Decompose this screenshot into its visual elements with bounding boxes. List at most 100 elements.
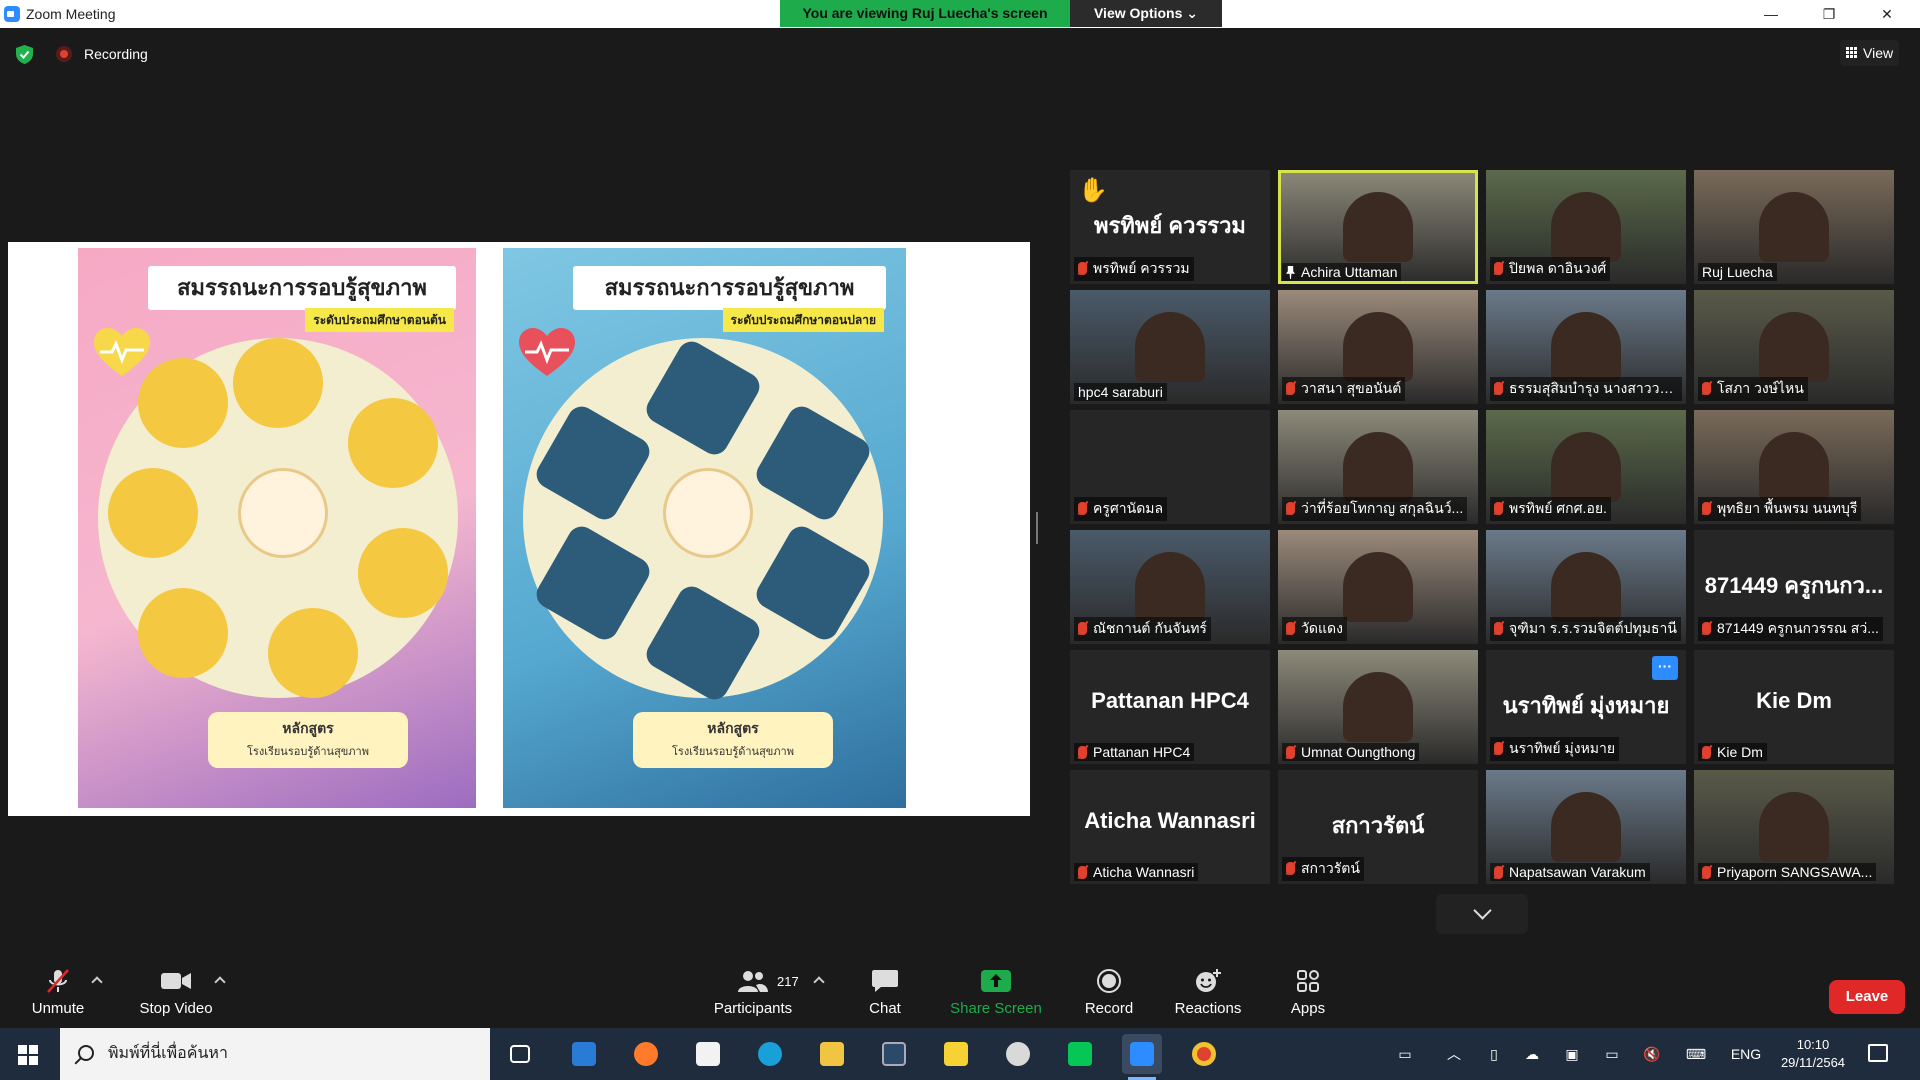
stop-video-button[interactable]: Stop Video bbox=[134, 956, 218, 1028]
participant-tile[interactable]: พรทิพย์ ศกศ.อย. bbox=[1486, 410, 1686, 524]
share-screen-button[interactable]: Share Screen bbox=[944, 956, 1048, 1028]
onedrive-icon[interactable]: ☁ bbox=[1520, 1028, 1544, 1080]
diagram-node bbox=[268, 608, 358, 698]
muted-mic-icon bbox=[1702, 866, 1711, 879]
participants-button[interactable]: Participants bbox=[708, 956, 798, 1028]
participant-name-label: โสภา วงษ์ไหน bbox=[1698, 377, 1808, 401]
poster-diagram bbox=[98, 338, 458, 698]
participant-name: ครูศานัดมล bbox=[1093, 500, 1164, 516]
participant-name: Aticha Wannasri bbox=[1093, 864, 1195, 880]
firefox-app-icon[interactable] bbox=[626, 1034, 666, 1074]
muted-mic-icon bbox=[1702, 502, 1711, 515]
language-indicator[interactable]: ENG bbox=[1726, 1028, 1766, 1080]
participant-tile[interactable]: Umnat Oungthong bbox=[1278, 650, 1478, 764]
shield-icon[interactable] bbox=[16, 45, 33, 64]
participant-name-label: 871449 ครูกนกวรรณ สว่... bbox=[1698, 617, 1883, 641]
line-app-icon[interactable] bbox=[1060, 1034, 1100, 1074]
close-button[interactable]: ✕ bbox=[1864, 0, 1910, 28]
participant-tile[interactable]: ปิยพล ดาอินวงศ์ bbox=[1486, 170, 1686, 284]
minimize-button[interactable]: — bbox=[1748, 0, 1794, 28]
file-explorer-icon[interactable] bbox=[812, 1034, 852, 1074]
participant-tile[interactable]: Ruj Luecha bbox=[1694, 170, 1894, 284]
participant-tile[interactable]: ··· นราทิพย์ มุ่งหมาย นราทิพย์ มุ่งหมาย bbox=[1486, 650, 1686, 764]
participant-tile[interactable]: 871449 ครูกนกว... 871449 ครูกนกวรรณ สว่..… bbox=[1694, 530, 1894, 644]
participant-tile[interactable]: ณัชกานต์ กันจันทร์ bbox=[1070, 530, 1270, 644]
footer-title: หลักสูตร bbox=[707, 720, 759, 736]
muted-mic-icon bbox=[1494, 622, 1503, 635]
participant-tile[interactable]: วัดแดง bbox=[1278, 530, 1478, 644]
volume-muted-icon[interactable]: 🔇 bbox=[1640, 1028, 1664, 1080]
edge-app-icon[interactable] bbox=[750, 1034, 790, 1074]
notification-center-icon[interactable] bbox=[1868, 1044, 1888, 1062]
poster-subtitle: ระดับประถมศึกษาตอนปลาย bbox=[722, 308, 884, 332]
shared-screen[interactable]: สมรรถนะการรอบรู้สุขภาพ ระดับประถมศึกษาตอ… bbox=[8, 242, 1030, 816]
participant-name: พรทิพย์ ศกศ.อย. bbox=[1509, 500, 1607, 516]
chat-button[interactable]: Chat bbox=[855, 956, 915, 1028]
keyboard-layout-icon[interactable]: ▭ bbox=[1390, 1028, 1420, 1080]
muted-mic-icon bbox=[1078, 866, 1087, 879]
apps-button[interactable]: Apps bbox=[1280, 956, 1336, 1028]
touch-keyboard-icon[interactable]: ⌨ bbox=[1680, 1028, 1712, 1080]
maximize-button[interactable]: ❐ bbox=[1806, 0, 1852, 28]
muted-mic-icon bbox=[1494, 382, 1503, 395]
raised-hand-icon: ✋ bbox=[1078, 177, 1108, 204]
gallery-next-page-button[interactable] bbox=[1436, 894, 1528, 934]
participant-tile[interactable]: Kie Dm Kie Dm bbox=[1694, 650, 1894, 764]
participant-tile[interactable]: Napatsawan Varakum bbox=[1486, 770, 1686, 884]
participant-tile[interactable]: สกาวรัตน์ สกาวรัตน์ bbox=[1278, 770, 1478, 884]
participant-tile[interactable]: Priyaporn SANGSAWA... bbox=[1694, 770, 1894, 884]
reactions-button[interactable]: Reactions bbox=[1170, 956, 1246, 1028]
diagram-node bbox=[531, 401, 655, 525]
network-icon[interactable]: ▣ bbox=[1560, 1028, 1584, 1080]
participant-tile[interactable]: วาสนา สุขอนันต์ bbox=[1278, 290, 1478, 404]
zoom-taskbar-icon[interactable] bbox=[1122, 1034, 1162, 1080]
footer-title: หลักสูตร bbox=[282, 720, 334, 736]
media-app-icon[interactable] bbox=[874, 1034, 914, 1074]
mail-app-icon[interactable] bbox=[564, 1034, 604, 1074]
muted-mic-icon bbox=[1078, 502, 1087, 515]
taskbar-clock[interactable]: 10:10 29/11/2564 bbox=[1778, 1036, 1848, 1072]
participant-name: จุฑิมา ร.ร.รวมจิตต์ปทุมธานี bbox=[1509, 620, 1677, 636]
windows-start-icon[interactable] bbox=[18, 1045, 38, 1065]
diagram-node bbox=[138, 588, 228, 678]
participant-tile[interactable]: จุฑิมา ร.ร.รวมจิตต์ปทุมธานี bbox=[1486, 530, 1686, 644]
view-options-button[interactable]: View Options ⌄ bbox=[1070, 0, 1222, 27]
poster-diagram bbox=[523, 336, 883, 705]
participant-tile[interactable]: ครูศานัดมล bbox=[1070, 410, 1270, 524]
search-icon bbox=[78, 1045, 94, 1061]
chrome-alt-app-icon[interactable] bbox=[998, 1034, 1038, 1074]
participant-tile[interactable]: Pattanan HPC4 Pattanan HPC4 bbox=[1070, 650, 1270, 764]
participant-tile[interactable]: ว่าที่ร้อยโทกาญ สกุลฉินว์... bbox=[1278, 410, 1478, 524]
unmute-button[interactable]: Unmute bbox=[22, 956, 94, 1028]
participant-name-label: ณัชกานต์ กันจันทร์ bbox=[1074, 617, 1211, 641]
diagram-node bbox=[531, 521, 655, 645]
participant-name: hpc4 saraburi bbox=[1078, 384, 1163, 400]
chrome-app-icon[interactable] bbox=[1184, 1034, 1224, 1074]
record-button[interactable]: Record bbox=[1078, 956, 1140, 1028]
participant-tile[interactable]: Aticha Wannasri Aticha Wannasri bbox=[1070, 770, 1270, 884]
view-button[interactable]: View bbox=[1840, 40, 1900, 66]
leave-button[interactable]: Leave bbox=[1829, 980, 1905, 1014]
battery-icon[interactable]: ▭ bbox=[1600, 1028, 1624, 1080]
participant-tile[interactable]: ✋ พรทิพย์ ควรรวม พรทิพย์ ควรรวม bbox=[1070, 170, 1270, 284]
participant-tile[interactable]: Achira Uttaman bbox=[1278, 170, 1478, 284]
show-hidden-icons-icon[interactable]: ︿ bbox=[1442, 1028, 1466, 1080]
participant-name: พรทิพย์ ควรรวม bbox=[1093, 260, 1190, 276]
tile-more-options-button[interactable]: ··· bbox=[1652, 656, 1678, 680]
taskbar-search-box[interactable]: พิมพ์ที่นี่เพื่อค้นหา bbox=[60, 1028, 490, 1080]
muted-mic-icon bbox=[1702, 382, 1711, 395]
task-view-icon[interactable] bbox=[500, 1034, 540, 1074]
participant-video bbox=[1135, 312, 1205, 382]
sticky-notes-icon[interactable] bbox=[936, 1034, 976, 1074]
participant-tile[interactable]: ธรรมสุสิมบำรุง นางสาววรนั... bbox=[1486, 290, 1686, 404]
muted-mic-icon bbox=[1494, 262, 1503, 275]
phone-link-icon[interactable]: ▯ bbox=[1482, 1028, 1506, 1080]
split-view-handle[interactable] bbox=[1036, 512, 1038, 544]
participant-tile[interactable]: โสภา วงษ์ไหน bbox=[1694, 290, 1894, 404]
muted-mic-icon bbox=[1286, 382, 1295, 395]
participants-options-caret[interactable] bbox=[813, 976, 825, 988]
participant-tile[interactable]: พุทธิยา พื้นพรม นนทบุรี bbox=[1694, 410, 1894, 524]
participant-video bbox=[1759, 312, 1829, 382]
store-app-icon[interactable] bbox=[688, 1034, 728, 1074]
participant-tile[interactable]: hpc4 saraburi bbox=[1070, 290, 1270, 404]
